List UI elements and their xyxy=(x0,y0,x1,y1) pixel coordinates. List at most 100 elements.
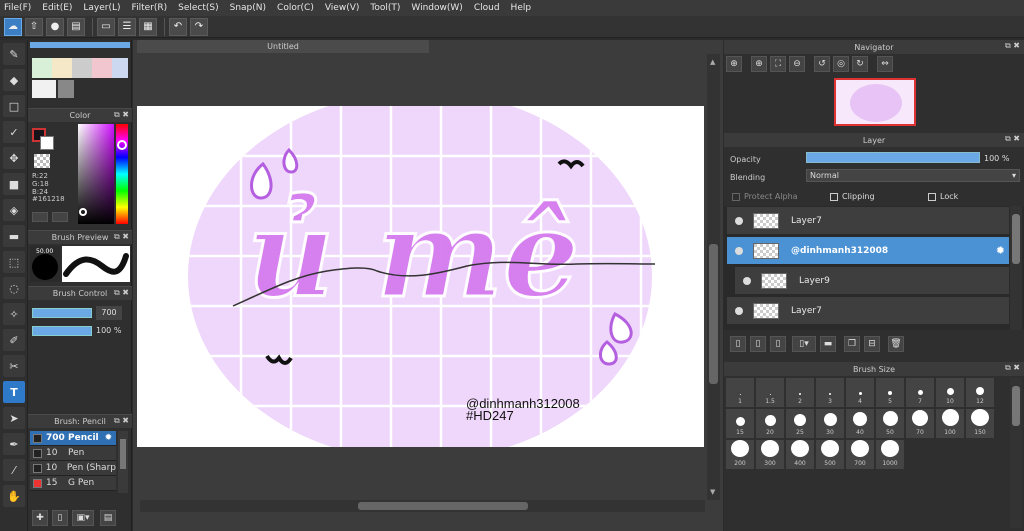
add-brush-button[interactable]: ✚ xyxy=(32,510,48,526)
undo-button[interactable]: ↶ xyxy=(169,17,187,36)
brush-item[interactable]: 10 Pen xyxy=(30,446,116,461)
brush-opacity-slider[interactable] xyxy=(32,326,92,336)
eyedropper-tool[interactable]: ⁄ xyxy=(3,459,25,481)
redo-button[interactable]: ↷ xyxy=(190,17,208,36)
merge-layer-button[interactable]: ⊟ xyxy=(864,336,880,352)
reset-view-button[interactable]: ◎ xyxy=(833,56,849,72)
brush-size-cell[interactable]: 150 xyxy=(966,409,994,438)
brush-size-cell[interactable]: 1000 xyxy=(876,440,904,469)
brush-size-cell[interactable]: 70 xyxy=(906,409,934,438)
magic-wand-tool[interactable]: ✧ xyxy=(3,303,25,325)
message-button[interactable]: ▤ xyxy=(67,17,85,36)
brush-size-scrollbar[interactable] xyxy=(1010,378,1022,528)
brush-size-cell[interactable]: 25 xyxy=(786,409,814,438)
palette-swatches[interactable] xyxy=(30,40,130,104)
new-layer-8bit-button[interactable]: ▯ xyxy=(770,336,786,352)
brush-size-value[interactable]: 700 xyxy=(96,306,122,320)
new-layer-button[interactable]: ▯ xyxy=(730,336,746,352)
brush-size-cell[interactable]: 12 xyxy=(966,378,994,407)
brush-size-cell[interactable]: 20 xyxy=(756,409,784,438)
clipping-checkbox[interactable]: Clipping xyxy=(830,192,875,201)
canvas-horizontal-scrollbar[interactable] xyxy=(140,500,705,512)
scroll-thumb[interactable] xyxy=(709,244,718,384)
brush-size-cell[interactable]: 1 xyxy=(726,378,754,407)
menu-filter[interactable]: Filter(R) xyxy=(132,3,168,13)
menu-file[interactable]: File(F) xyxy=(4,3,31,13)
new-folder-button[interactable]: ▬ xyxy=(820,336,836,352)
document-tab[interactable]: Untitled xyxy=(137,40,429,53)
canvas-vertical-scrollbar[interactable]: ▲ ▼ xyxy=(707,54,720,500)
brush-size-cell[interactable]: 500 xyxy=(816,440,844,469)
layer-scrollbar[interactable] xyxy=(1010,206,1022,330)
gradient-tool[interactable]: ▬ xyxy=(3,225,25,247)
comment-button[interactable]: ● xyxy=(46,17,64,36)
eraser-tool[interactable]: ◆ xyxy=(3,69,25,91)
layer-opacity-slider[interactable] xyxy=(806,152,980,163)
close-icon[interactable]: ⧉ ✖ xyxy=(1005,363,1020,373)
menu-cloud[interactable]: Cloud xyxy=(474,3,500,13)
brush-item[interactable]: 10 Pen (Sharp xyxy=(30,461,116,476)
share-button[interactable]: ⇧ xyxy=(25,17,43,36)
eye-icon[interactable] xyxy=(735,246,743,255)
layer-row[interactable]: @dinhmanh312008 ✹ xyxy=(727,237,1009,265)
brush-tool[interactable]: ✎ xyxy=(3,43,25,65)
menu-edit[interactable]: Edit(E) xyxy=(42,3,72,13)
menu-select[interactable]: Select(S) xyxy=(178,3,219,13)
zoom-in-button[interactable]: ⊕ xyxy=(726,56,742,72)
edit-tool[interactable]: ✓ xyxy=(3,121,25,143)
brush-size-slider[interactable] xyxy=(32,308,92,318)
arrow-up-icon[interactable]: ▲ xyxy=(710,58,715,66)
lasso-tool[interactable]: ◌ xyxy=(3,277,25,299)
brush-item[interactable]: 15 G Pen xyxy=(30,476,116,491)
pen-tool[interactable]: ✒ xyxy=(3,433,25,455)
cloud-sync-button[interactable]: ☁ xyxy=(4,17,22,36)
zoom-out-button[interactable]: ⊖ xyxy=(789,56,805,72)
zoom-in-button[interactable]: ⊕ xyxy=(751,56,767,72)
layer-row[interactable]: Layer9 xyxy=(735,267,1009,295)
brush-size-cell[interactable]: 30 xyxy=(816,409,844,438)
brush-size-cell[interactable]: 15 xyxy=(726,409,754,438)
scroll-thumb[interactable] xyxy=(358,502,528,510)
brush-size-cell[interactable]: 7 xyxy=(906,378,934,407)
brush-size-cell[interactable]: 100 xyxy=(936,409,964,438)
brush-menu-button[interactable]: ▣▾ xyxy=(72,510,94,526)
artboard[interactable]: ủ mê @dinhmanh312008 #HD247 xyxy=(137,106,704,447)
menu-snap[interactable]: Snap(N) xyxy=(230,3,266,13)
close-icon[interactable]: ⧉ ✖ xyxy=(1005,41,1020,51)
rotate-left-button[interactable]: ↺ xyxy=(814,56,830,72)
menu-color[interactable]: Color(C) xyxy=(277,3,314,13)
rotate-right-button[interactable]: ↻ xyxy=(852,56,868,72)
brush-list-scrollbar[interactable] xyxy=(118,431,128,493)
brush-settings-button[interactable]: ▤ xyxy=(100,510,116,526)
lock-checkbox[interactable]: Lock xyxy=(928,192,958,201)
transparent-color[interactable] xyxy=(34,154,50,168)
background-color[interactable] xyxy=(40,136,54,150)
hide-panels-button[interactable]: ▭ xyxy=(97,17,115,36)
navigator-preview[interactable] xyxy=(834,78,916,126)
menu-view[interactable]: View(V) xyxy=(325,3,360,13)
select-tool[interactable]: ⬚ xyxy=(3,251,25,273)
brush-size-cell[interactable]: 200 xyxy=(726,440,754,469)
grid-button[interactable]: ▦ xyxy=(139,17,157,36)
color-mode-button[interactable] xyxy=(32,212,48,222)
hue-slider[interactable] xyxy=(116,124,128,224)
rect-tool[interactable]: □ xyxy=(3,95,25,117)
menu-tool[interactable]: Tool(T) xyxy=(370,3,400,13)
close-icon[interactable]: ⧉ ✖ xyxy=(114,416,129,426)
brush-size-cell[interactable]: 40 xyxy=(846,409,874,438)
fill-rect-tool[interactable]: ■ xyxy=(3,173,25,195)
saturation-brightness-picker[interactable] xyxy=(78,124,114,224)
brush-size-cell[interactable]: 2 xyxy=(786,378,814,407)
new-brush-button[interactable]: ▯ xyxy=(52,510,68,526)
protect-alpha-checkbox[interactable]: Protect Alpha xyxy=(732,192,798,201)
hand-tool[interactable]: ✋ xyxy=(3,485,25,507)
eye-icon[interactable] xyxy=(735,306,743,315)
arrow-down-icon[interactable]: ▼ xyxy=(710,488,715,496)
menu-help[interactable]: Help xyxy=(511,3,532,13)
add-layer-menu-button[interactable]: ▯▾ xyxy=(792,336,816,352)
layer-row[interactable]: Layer7 xyxy=(727,297,1009,325)
text-tool[interactable]: T xyxy=(3,381,25,403)
brush-size-cell[interactable]: 4 xyxy=(846,378,874,407)
brush-size-cell[interactable]: 10 xyxy=(936,378,964,407)
layer-row[interactable]: Layer7 xyxy=(727,207,1009,235)
